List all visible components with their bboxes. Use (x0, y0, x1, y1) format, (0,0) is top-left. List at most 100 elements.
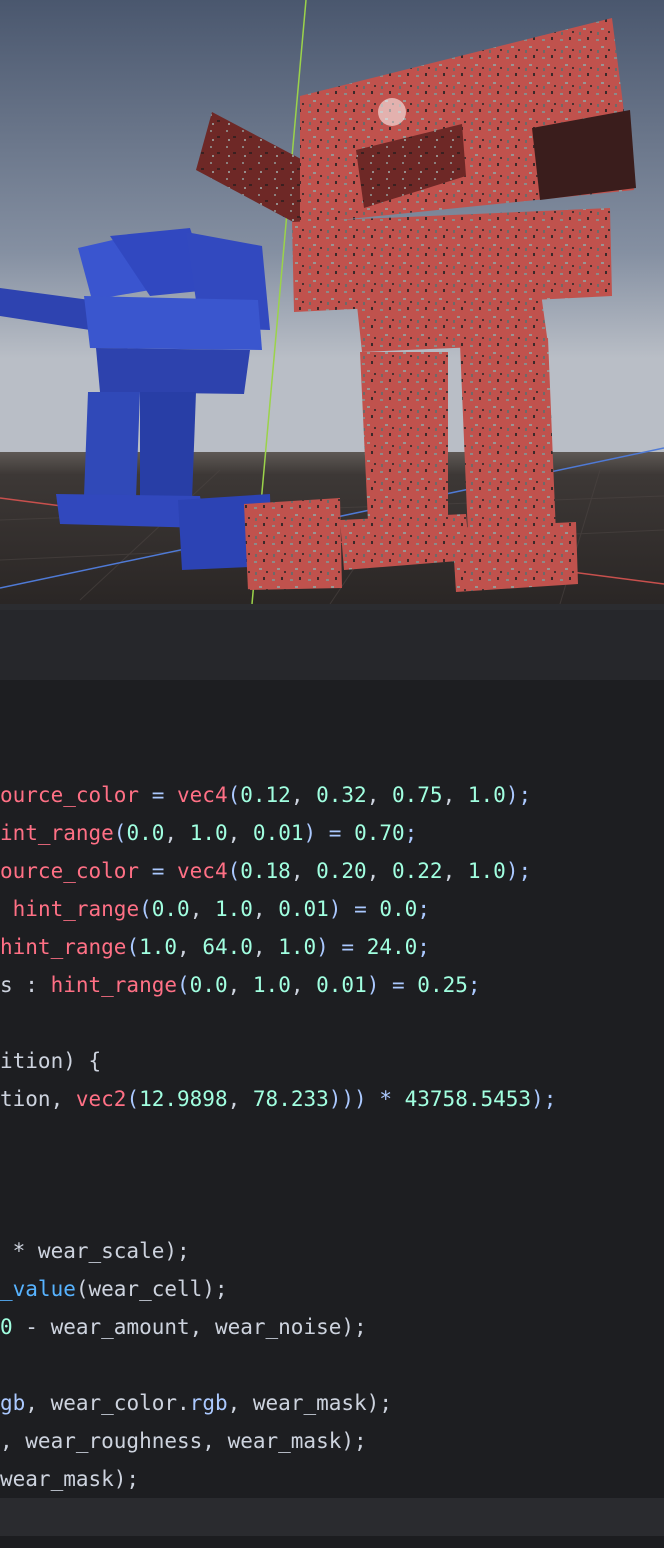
code-token: ) = (328, 897, 380, 921)
code-token: ))) * (328, 1087, 405, 1111)
code-token: 64.0 (202, 935, 253, 959)
editor-status-bar (0, 1498, 664, 1536)
code-line[interactable]: ource_color = vec4(0.18, 0.20, 0.22, 1.0… (0, 852, 531, 890)
code-line[interactable]: ource_color = vec4(0.12, 0.32, 0.75, 1.0… (0, 776, 531, 814)
code-token: ) = (316, 935, 367, 959)
code-token: ource_color (0, 783, 140, 807)
code-line[interactable]: gb, wear_color.rgb, wear_mask); (0, 1384, 392, 1422)
code-token: hint_range (0, 935, 127, 959)
code-token: wear_mask); (0, 1467, 140, 1491)
code-token: , (252, 935, 279, 959)
code-line[interactable]: , wear_roughness, wear_mask); (0, 1422, 367, 1460)
code-token: 1.0 (467, 859, 506, 883)
code-token: ( (227, 859, 241, 883)
code-token: rgb (189, 1391, 228, 1415)
code-token: ; (417, 897, 430, 921)
code-token: , wear_roughness, wear_mask); (0, 1429, 367, 1453)
code-token: ; (467, 973, 481, 997)
code-token: , (227, 973, 253, 997)
code-token: 1.0 (139, 935, 178, 959)
code-token: 1.0 (214, 897, 253, 921)
code-token: (wear_cell); (75, 1277, 228, 1301)
code-token: ( (113, 821, 127, 845)
code-line[interactable]: int_range(0.0, 1.0, 0.01) = 0.70; (0, 814, 417, 852)
code-token: 0.32 (316, 783, 367, 807)
code-line[interactable]: s : hint_range(0.0, 1.0, 0.01) = 0.25; (0, 966, 481, 1004)
code-token: vec4 (177, 859, 228, 883)
code-token: 0.20 (316, 859, 367, 883)
code-token: 24.0 (366, 935, 418, 959)
code-token: 78.233 (252, 1087, 329, 1111)
code-token: hint_range (12, 897, 140, 921)
code-token: ); (505, 859, 532, 883)
code-token: 1.0 (467, 783, 506, 807)
code-editor[interactable]: ource_color = vec4(0.12, 0.32, 0.75, 1.0… (0, 680, 664, 1498)
code-token: tion, (0, 1087, 76, 1111)
code-token: , (164, 821, 190, 845)
code-token: - wear_amount, wear_noise); (12, 1315, 367, 1339)
code-token: 0.0 (189, 973, 228, 997)
code-line[interactable]: * wear_scale); (0, 1232, 190, 1270)
code-token: 1.0 (189, 821, 228, 845)
code-token: , (290, 783, 317, 807)
code-token: hint_range (50, 973, 178, 997)
code-token: ) = (303, 821, 355, 845)
code-token: int_range (0, 821, 114, 845)
3d-viewport[interactable] (0, 0, 664, 604)
code-line[interactable]: ition) { (0, 1042, 101, 1080)
code-token: , (252, 897, 279, 921)
code-line[interactable]: hint_range(1.0, 64.0, 1.0) = 24.0; (0, 928, 430, 966)
code-token: 0.25 (417, 973, 468, 997)
code-token: * wear_scale); (0, 1239, 190, 1263)
code-token: ( (139, 897, 152, 921)
code-token: ); (531, 1087, 557, 1111)
code-token: ; (404, 821, 418, 845)
code-token: 0.22 (392, 859, 443, 883)
bottom-panel-strip (0, 1536, 664, 1548)
code-token: = (139, 783, 178, 807)
code-token: 0.0 (151, 897, 190, 921)
code-token: , (442, 859, 468, 883)
code-token: 0.01 (278, 897, 329, 921)
code-token: 0.18 (240, 859, 291, 883)
code-token: 0 (0, 1315, 13, 1339)
code-line[interactable]: tion, vec2(12.9898, 78.233))) * 43758.54… (0, 1080, 556, 1118)
code-token: ( (227, 783, 241, 807)
code-line[interactable]: _value(wear_cell); (0, 1270, 228, 1308)
code-token: 0.12 (240, 783, 291, 807)
code-token: 0.01 (252, 821, 304, 845)
code-token: s : (0, 973, 51, 997)
code-token: ( (126, 1087, 140, 1111)
code-token: 1.0 (252, 973, 291, 997)
code-token: ource_color (0, 859, 140, 883)
code-token: , wear_color. (25, 1391, 190, 1415)
code-token: ) = (366, 973, 418, 997)
code-token: 43758.5453 (404, 1087, 532, 1111)
code-token: ); (505, 783, 532, 807)
code-token: , (366, 859, 392, 883)
code-line[interactable]: hint_range(0.0, 1.0, 0.01) = 0.0; (0, 890, 430, 928)
code-token: ition) { (0, 1049, 102, 1073)
code-token: 0.0 (379, 897, 418, 921)
code-token: , (442, 783, 468, 807)
code-token: ( (126, 935, 140, 959)
code-token: vec2 (75, 1087, 127, 1111)
code-token: , (227, 821, 253, 845)
code-token: 0.01 (316, 973, 367, 997)
code-token: = (139, 859, 178, 883)
code-token: , (189, 897, 215, 921)
code-token: 0.0 (126, 821, 165, 845)
code-token: ; (417, 935, 430, 959)
viewport-scene (0, 0, 664, 604)
code-token: 0.75 (392, 783, 443, 807)
code-token: 1.0 (278, 935, 317, 959)
code-token: vec4 (177, 783, 228, 807)
code-line[interactable]: 0 - wear_amount, wear_noise); (0, 1308, 367, 1346)
code-line[interactable]: wear_mask); (0, 1460, 139, 1498)
code-token: , (366, 783, 392, 807)
code-token: _value (0, 1277, 76, 1301)
code-token: , (290, 859, 317, 883)
code-token: ( (177, 973, 190, 997)
code-token: , (290, 973, 317, 997)
